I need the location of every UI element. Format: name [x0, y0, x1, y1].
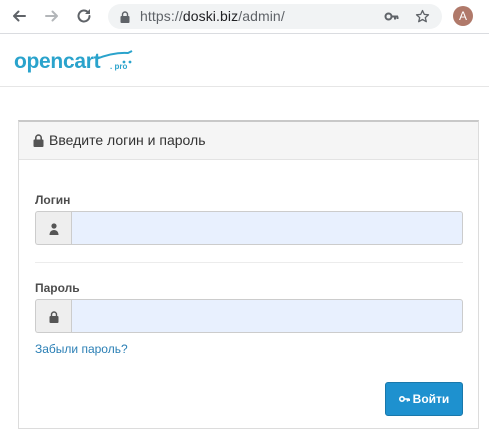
user-icon — [35, 211, 71, 245]
url-text[interactable]: https://doski.biz/admin/ — [140, 8, 285, 24]
forgot-password-link[interactable]: Забыли пароль? — [35, 342, 128, 356]
url-scheme: https:// — [140, 8, 183, 24]
panel-title: Введите логин и пароль — [49, 132, 206, 148]
site-header: opencart . pro — [0, 34, 489, 87]
back-arrow-icon[interactable] — [9, 6, 29, 26]
address-bar[interactable]: https://doski.biz/admin/ — [108, 4, 442, 29]
lock-icon — [33, 134, 44, 147]
reload-icon[interactable] — [74, 6, 94, 26]
lock-icon — [35, 299, 71, 333]
key-icon[interactable] — [384, 9, 399, 24]
password-label: Пароль — [35, 281, 80, 295]
login-button-label: Войти — [412, 392, 450, 406]
forward-arrow-icon[interactable] — [42, 6, 62, 26]
password-group — [35, 299, 463, 333]
username-group — [35, 211, 463, 245]
lock-icon[interactable] — [120, 10, 130, 23]
key-icon — [398, 394, 410, 404]
username-input[interactable] — [71, 211, 463, 245]
username-label: Логин — [35, 193, 71, 207]
avatar[interactable]: A — [453, 6, 473, 26]
url-path: /admin/ — [238, 8, 285, 24]
login-panel: Введите логин и пароль Логин Пароль Забы… — [18, 120, 479, 429]
divider — [35, 262, 463, 263]
login-button[interactable]: Войти — [385, 382, 463, 416]
star-icon[interactable] — [415, 9, 430, 24]
browser-toolbar: https://doski.biz/admin/ A — [0, 0, 489, 34]
logo-suffix: . pro — [110, 62, 128, 71]
opencart-logo[interactable]: opencart — [14, 50, 101, 74]
password-input[interactable] — [71, 299, 463, 333]
url-host: doski.biz — [182, 8, 239, 24]
panel-heading: Введите логин и пароль — [19, 122, 478, 160]
